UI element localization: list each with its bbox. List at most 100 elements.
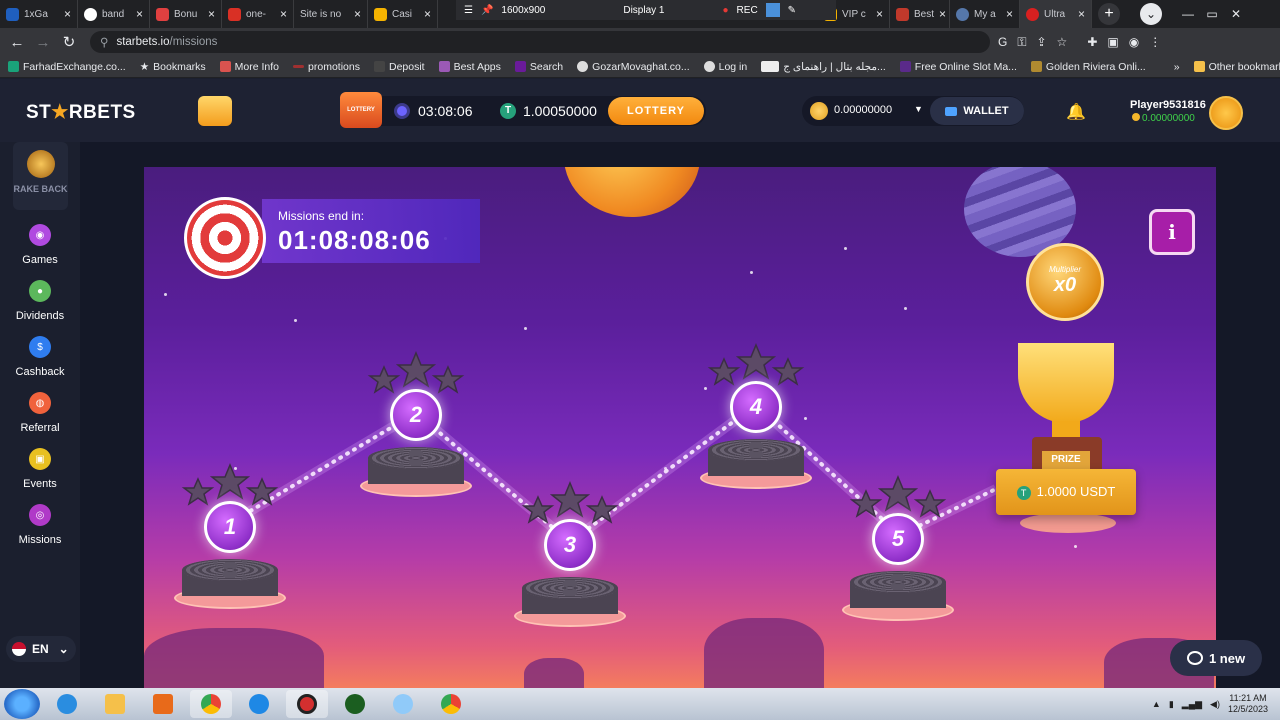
- start-button[interactable]: [4, 689, 40, 719]
- lottery-button[interactable]: LOTTERY: [608, 97, 704, 125]
- camera-icon[interactable]: [765, 3, 780, 17]
- more-bookmarks-button[interactable]: »: [1174, 61, 1180, 73]
- bookmark-item[interactable]: ★ Bookmarks: [140, 61, 206, 73]
- mission-level-5[interactable]: 5: [842, 475, 954, 635]
- sidebar-item-games[interactable]: ◉ Games: [0, 224, 80, 266]
- bookmark-favicon-icon: [373, 61, 385, 72]
- mission-level-2[interactable]: 2: [360, 351, 472, 511]
- sidepanel-icon[interactable]: ▣: [1107, 35, 1118, 50]
- sidebar-item-referral[interactable]: ◍ Referral: [0, 392, 80, 434]
- bookmark-item[interactable]: Free Online Slot Ma...: [899, 61, 1017, 73]
- usdt-icon: T: [500, 103, 516, 119]
- bookmark-item[interactable]: Search: [514, 61, 563, 73]
- close-tab-icon[interactable]: ×: [64, 7, 71, 21]
- extensions-icon[interactable]: ✚: [1087, 35, 1097, 50]
- lottery-timer: 03:08:06: [418, 103, 473, 119]
- close-tab-icon[interactable]: ×: [1006, 7, 1013, 21]
- close-window-button[interactable]: ✕: [1224, 7, 1248, 21]
- taskbar-media[interactable]: [142, 690, 184, 718]
- signal-icon[interactable]: ▂▄▆: [1182, 699, 1202, 710]
- taskbar-chrome[interactable]: [430, 690, 472, 718]
- close-tab-icon[interactable]: ×: [876, 7, 883, 21]
- taskbar-app[interactable]: [238, 690, 280, 718]
- pen-icon[interactable]: ✎: [788, 5, 796, 16]
- multiplier-label: Multiplier: [1048, 265, 1081, 274]
- mission-level-4[interactable]: 4: [700, 343, 812, 503]
- key-icon[interactable]: ⚿: [1017, 35, 1026, 50]
- taskbar-app[interactable]: [334, 690, 376, 718]
- browser-tab[interactable]: 1xGa ×: [0, 0, 78, 28]
- avatar[interactable]: [1209, 96, 1243, 130]
- bookmark-item[interactable]: Log in: [703, 61, 747, 73]
- browser-tab[interactable]: Ultra ×: [1020, 0, 1092, 28]
- bookmark-item[interactable]: Deposit: [373, 61, 425, 73]
- maximize-button[interactable]: ▭: [1200, 7, 1224, 21]
- new-tab-button[interactable]: +: [1098, 3, 1120, 25]
- player-name[interactable]: Player9531816: [1130, 99, 1206, 111]
- close-tab-icon[interactable]: ×: [354, 7, 361, 21]
- taskbar-recorder[interactable]: [286, 690, 328, 718]
- url-input[interactable]: ⚲ starbets.io/missions: [90, 31, 990, 53]
- browser-tab[interactable]: Best ×: [890, 0, 950, 28]
- tab-search-button[interactable]: ⌄: [1140, 3, 1162, 25]
- bookmark-item[interactable]: مجله بتال | راهنمای ج...: [761, 61, 886, 73]
- taskbar-paint[interactable]: [382, 690, 424, 718]
- sidebar-item-cashback[interactable]: $ Cashback: [0, 336, 80, 378]
- taskbar-explorer[interactable]: [94, 690, 136, 718]
- recorder-rec[interactable]: REC: [737, 5, 758, 16]
- close-tab-icon[interactable]: ×: [136, 7, 143, 21]
- menu-icon[interactable]: ☰: [464, 5, 473, 16]
- minimize-button[interactable]: —: [1176, 7, 1200, 21]
- back-icon[interactable]: ←: [4, 34, 30, 51]
- mission-level-3[interactable]: 3: [514, 481, 626, 641]
- bookmark-item[interactable]: FarhadExchange.co...: [8, 61, 126, 73]
- browser-tab[interactable]: Casi ×: [368, 0, 438, 28]
- volume-icon[interactable]: ◀): [1210, 699, 1220, 710]
- close-tab-icon[interactable]: ×: [1078, 7, 1085, 21]
- bookmark-item[interactable]: Golden Riviera Onli...: [1030, 61, 1146, 73]
- currency-dropdown-icon[interactable]: ▼: [914, 104, 923, 114]
- profile-icon[interactable]: ◉: [1129, 35, 1139, 50]
- site-info-icon[interactable]: ⚲: [100, 35, 108, 49]
- forward-icon[interactable]: →: [30, 34, 56, 51]
- close-tab-icon[interactable]: ×: [208, 7, 215, 21]
- taskbar-chrome[interactable]: [190, 690, 232, 718]
- chat-button[interactable]: 1 new: [1170, 640, 1262, 676]
- wallet-button[interactable]: WALLET: [930, 97, 1024, 125]
- starbets-logo[interactable]: ST★RBETS: [26, 101, 136, 124]
- sidebar-item-events[interactable]: ▣ Events: [0, 448, 80, 490]
- network-icon[interactable]: ▮: [1169, 699, 1174, 710]
- bookmark-item[interactable]: promotions: [293, 61, 360, 73]
- rakeback-button[interactable]: RAKE BACK: [13, 142, 68, 210]
- browser-tab[interactable]: Bonu ×: [150, 0, 222, 28]
- browser-tab[interactable]: one- ×: [222, 0, 294, 28]
- sidebar-item-missions[interactable]: ◎ Missions: [0, 504, 80, 546]
- bookmark-star-icon[interactable]: ☆: [1057, 35, 1068, 50]
- bookmark-item[interactable]: GozarMovaghat.co...: [577, 61, 690, 73]
- bookmark-item[interactable]: Best Apps: [438, 61, 501, 73]
- close-tab-icon[interactable]: ×: [939, 7, 946, 21]
- close-tab-icon[interactable]: ×: [280, 7, 287, 21]
- flag-icon: [12, 642, 26, 656]
- taskbar-ie[interactable]: [46, 690, 88, 718]
- gift-icon[interactable]: [198, 96, 232, 126]
- mission-level-1[interactable]: 1: [174, 463, 286, 623]
- reload-icon[interactable]: ↻: [56, 33, 82, 51]
- sidebar-item-dividends[interactable]: ● Dividends: [0, 280, 80, 322]
- site-header: ST★RBETS LOTTERY 03:08:06 T 1.00050000 L…: [0, 79, 1280, 142]
- close-tab-icon[interactable]: ×: [424, 7, 431, 21]
- pin-icon[interactable]: 📌: [481, 5, 493, 16]
- language-select[interactable]: EN ⌄: [6, 636, 76, 662]
- browser-tab[interactable]: band ×: [78, 0, 150, 28]
- share-icon[interactable]: ⇪: [1036, 35, 1046, 50]
- bookmark-item[interactable]: More Info: [219, 61, 279, 73]
- browser-tab[interactable]: Site is no ×: [294, 0, 368, 28]
- other-bookmarks[interactable]: Other bookmarks: [1193, 61, 1280, 73]
- tray-arrow-icon[interactable]: ▲: [1152, 699, 1161, 709]
- info-button[interactable]: i: [1149, 209, 1195, 255]
- bell-icon[interactable]: 🔔: [1066, 102, 1086, 121]
- tray-clock[interactable]: 11:21 AM 12/5/2023: [1228, 693, 1268, 715]
- browser-tab[interactable]: My a ×: [950, 0, 1020, 28]
- google-icon[interactable]: G: [998, 35, 1007, 50]
- browser-menu-icon[interactable]: ⋮: [1149, 35, 1161, 50]
